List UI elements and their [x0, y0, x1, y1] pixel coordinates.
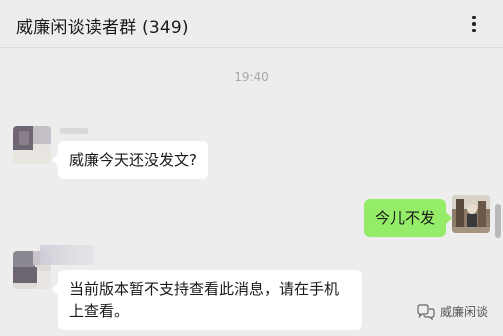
sender-name-blurred: [60, 128, 88, 134]
avatar[interactable]: [13, 126, 51, 164]
message-text: 当前版本暂不支持查看此消息，请在手机上查看。: [69, 280, 340, 320]
message-bubble-outgoing[interactable]: 今儿不发: [364, 199, 453, 237]
avatar[interactable]: [452, 195, 490, 233]
chat-title: 威廉闲谈读者群 (349): [16, 18, 189, 38]
wechat-channel-icon: [417, 303, 435, 320]
message-timestamp: 19:40: [234, 70, 269, 84]
message-text: 威廉今天还没发文?: [69, 151, 197, 169]
message-text: 今儿不发: [375, 209, 436, 227]
message-bubble-incoming[interactable]: 威廉今天还没发文?: [52, 141, 208, 179]
watermark: 威廉闲谈: [417, 303, 488, 320]
scrollbar[interactable]: [495, 204, 501, 238]
sender-name-blurred: [40, 245, 94, 265]
watermark-text: 威廉闲谈: [440, 305, 489, 319]
chat-header: 威廉闲谈读者群 (349): [0, 0, 503, 48]
more-dots-icon[interactable]: [466, 14, 482, 34]
message-bubble-incoming[interactable]: 当前版本暂不支持查看此消息，请在手机上查看。: [52, 270, 362, 330]
